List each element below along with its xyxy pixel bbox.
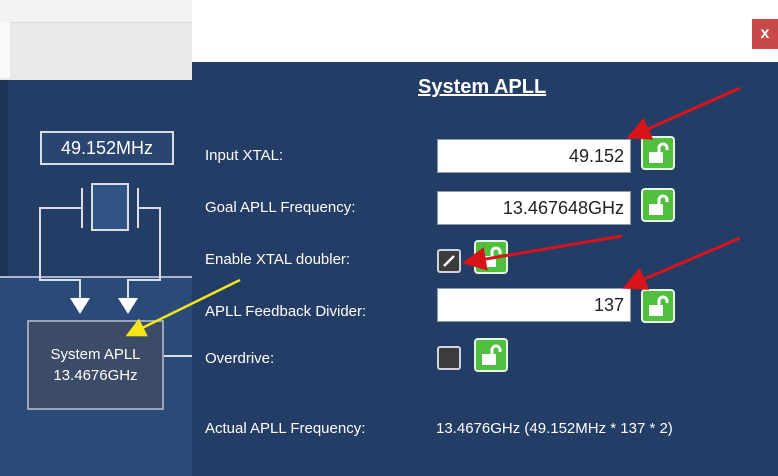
annotation-arrow-apll-block (125, 278, 241, 337)
annotation-overlay (125, 86, 741, 337)
annotation-arrow-divider (622, 236, 741, 290)
annotation-arrow-doubler (462, 234, 623, 271)
annotation-arrow-xtal (626, 86, 741, 140)
